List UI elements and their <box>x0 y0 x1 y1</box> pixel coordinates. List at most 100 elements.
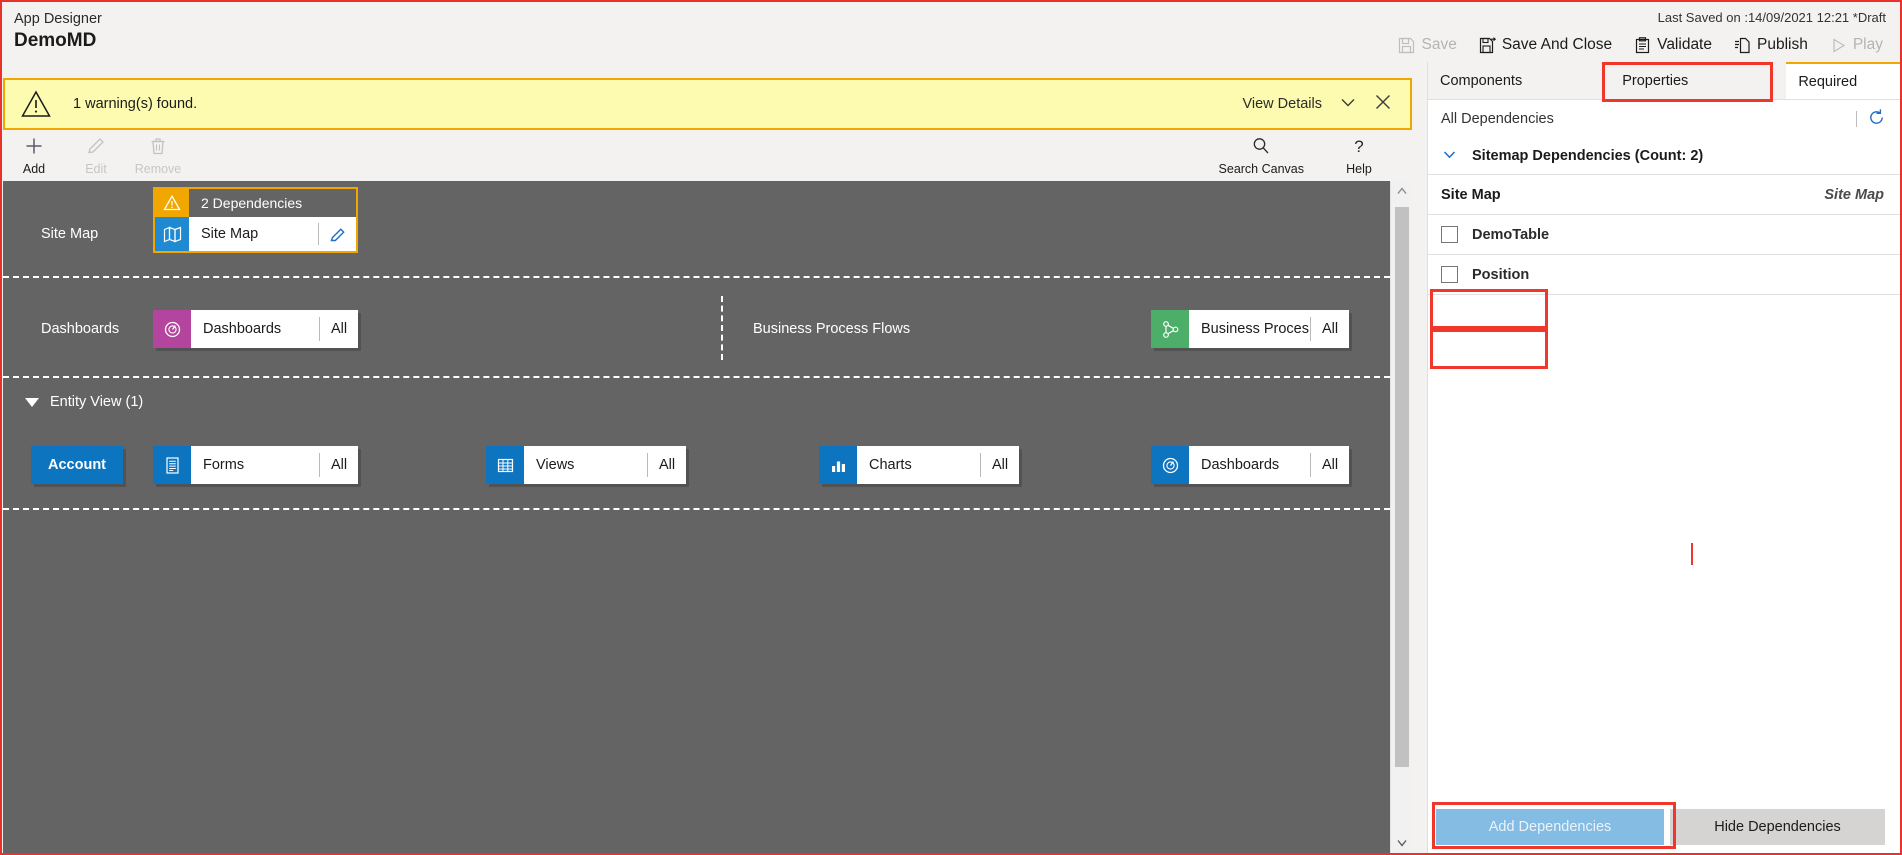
tile-forms[interactable]: Forms All <box>153 446 358 484</box>
validate-label: Validate <box>1657 36 1712 53</box>
canvas-command-bar-right: Search Canvas ? Help <box>1213 132 1412 180</box>
tab-properties[interactable]: Properties <box>1610 62 1698 99</box>
dependency-head-type: Site Map <box>1824 186 1884 203</box>
sitemap-dependency-count: 2 Dependencies <box>201 195 303 211</box>
sitemap-dependencies-group-label: Sitemap Dependencies (Count: 2) <box>1472 148 1704 164</box>
tab-components[interactable]: Components <box>1428 62 1532 99</box>
play-button[interactable]: Play <box>1821 32 1892 58</box>
view-details-link[interactable]: View Details <box>1242 96 1322 112</box>
warning-triangle-icon <box>155 189 189 217</box>
tile-entity-dashboards-label: Dashboards <box>1201 457 1280 473</box>
tile-business-process-flows[interactable]: Business Proces... All <box>1151 310 1349 348</box>
plus-icon <box>24 136 44 159</box>
save-icon <box>1398 37 1415 54</box>
canvas-row-dashboards: Dashboards Dashboards All Business Proce… <box>3 278 1390 378</box>
play-triangle-icon <box>1830 37 1847 54</box>
panel-footer: Add Dependencies Hide Dependencies <box>1428 799 1900 853</box>
sitemap-dependencies-group-header[interactable]: Sitemap Dependencies (Count: 2) <box>1428 138 1900 174</box>
tile-charts-label: Charts <box>869 457 912 473</box>
publish-icon <box>1734 37 1751 54</box>
add-button[interactable]: Add <box>3 132 65 180</box>
chevron-down-icon[interactable] <box>1338 92 1358 117</box>
app-designer-canvas: Site Map 2 Dependencies Site Map Dashboa… <box>3 181 1390 853</box>
canvas-scrollbar[interactable] <box>1390 181 1413 853</box>
search-canvas-button[interactable]: Search Canvas <box>1213 132 1310 180</box>
scroll-down-arrow-icon[interactable] <box>1391 833 1413 853</box>
tab-required[interactable]: Required <box>1786 62 1900 99</box>
dependency-checkbox-position[interactable] <box>1441 266 1458 283</box>
sitemap-dependency-banner[interactable]: 2 Dependencies <box>155 189 356 217</box>
search-canvas-label: Search Canvas <box>1218 161 1304 176</box>
process-flow-icon <box>1151 310 1189 348</box>
refresh-divider <box>1856 111 1857 127</box>
remove-label: Remove <box>134 161 182 176</box>
close-icon[interactable] <box>1374 93 1392 116</box>
add-dependencies-button[interactable]: Add Dependencies <box>1436 809 1664 845</box>
warning-bar: 1 warning(s) found. View Details <box>3 78 1412 130</box>
table-row[interactable]: Position <box>1428 255 1900 295</box>
publish-button[interactable]: Publish <box>1725 32 1817 58</box>
save-button[interactable]: Save <box>1389 32 1465 58</box>
add-dependencies-label: Add Dependencies <box>1488 819 1612 835</box>
all-dependencies-row: All Dependencies <box>1428 100 1900 138</box>
tile-views-count: All <box>658 457 676 473</box>
tile-dashboards-count: All <box>330 321 348 337</box>
scroll-up-arrow-icon[interactable] <box>1391 181 1413 201</box>
bpf-row-divider <box>721 296 723 360</box>
required-dependencies-panel: Components Properties Required All Depen… <box>1427 62 1900 853</box>
save-and-close-button[interactable]: Save And Close <box>1470 32 1621 58</box>
edit-label: Edit <box>85 161 107 176</box>
last-saved-status: Last Saved on :14/09/2021 12:21 *Draft <box>1657 10 1886 25</box>
row-label-sitemap: Site Map <box>41 226 99 242</box>
help-label: Help <box>1346 161 1372 176</box>
dependency-checkbox-demotable[interactable] <box>1441 226 1458 243</box>
tile-dashboards[interactable]: Dashboards All <box>153 310 358 348</box>
sitemap-edit-pencil-icon[interactable] <box>318 223 356 245</box>
svg-text:?: ? <box>1354 137 1363 156</box>
dependency-label-position: Position <box>1472 266 1530 283</box>
tile-forms-label: Forms <box>203 457 245 473</box>
header-command-bar: Save Save And Close Validate Publish Pla… <box>1389 32 1892 58</box>
chevron-down-icon <box>1441 146 1458 167</box>
row-label-business-process-flows: Business Process Flows <box>753 321 911 337</box>
save-and-close-label: Save And Close <box>1501 36 1613 53</box>
tile-entity-dashboards-count: All <box>1321 457 1339 473</box>
help-button[interactable]: ? Help <box>1316 132 1402 180</box>
validate-button[interactable]: Validate <box>1625 32 1721 58</box>
tile-entity-dashboards[interactable]: Dashboards All <box>1151 446 1349 484</box>
scrollbar-thumb[interactable] <box>1395 207 1409 767</box>
pencil-icon <box>86 136 106 159</box>
entity-pill-account[interactable]: Account <box>31 446 123 484</box>
dashboard-gauge-icon <box>153 310 191 348</box>
warning-message: 1 warning(s) found. <box>73 96 198 112</box>
tab-components-label: Components <box>1440 72 1523 89</box>
refresh-icon[interactable] <box>1867 108 1886 131</box>
dependency-label-demotable: DemoTable <box>1472 226 1550 243</box>
tile-bpf-label: Business Proces... <box>1201 321 1310 337</box>
panel-tabs: Components Properties Required <box>1428 62 1900 100</box>
tile-charts-count: All <box>991 457 1009 473</box>
sitemap-tile-group[interactable]: 2 Dependencies Site Map <box>153 187 358 253</box>
remove-button[interactable]: Remove <box>127 132 189 180</box>
all-dependencies-label: All Dependencies <box>1441 111 1554 127</box>
save-label: Save <box>1421 36 1457 53</box>
canvas-row-sitemap: Site Map 2 Dependencies Site Map <box>3 181 1390 278</box>
grid-view-icon <box>486 446 524 484</box>
tile-forms-count: All <box>330 457 348 473</box>
tab-required-label: Required <box>1798 73 1858 90</box>
sitemap-tile-label: Site Map <box>201 226 259 242</box>
entity-view-header[interactable]: Entity View (1) <box>25 394 143 410</box>
hide-dependencies-button[interactable]: Hide Dependencies <box>1670 809 1885 845</box>
warning-actions: View Details <box>1242 92 1410 117</box>
table-row[interactable]: DemoTable <box>1428 215 1900 255</box>
form-icon <box>153 446 191 484</box>
entity-pill-label: Account <box>48 457 106 473</box>
sitemap-tile[interactable]: Site Map <box>155 217 356 251</box>
play-label: Play <box>1852 36 1883 53</box>
tile-charts[interactable]: Charts All <box>819 446 1019 484</box>
table-row-header: Site Map Site Map <box>1428 175 1900 215</box>
tile-views[interactable]: Views All <box>486 446 686 484</box>
app-designer-window: App Designer DemoMD Last Saved on :14/09… <box>0 0 1902 855</box>
add-label: Add <box>22 161 46 176</box>
edit-button[interactable]: Edit <box>65 132 127 180</box>
